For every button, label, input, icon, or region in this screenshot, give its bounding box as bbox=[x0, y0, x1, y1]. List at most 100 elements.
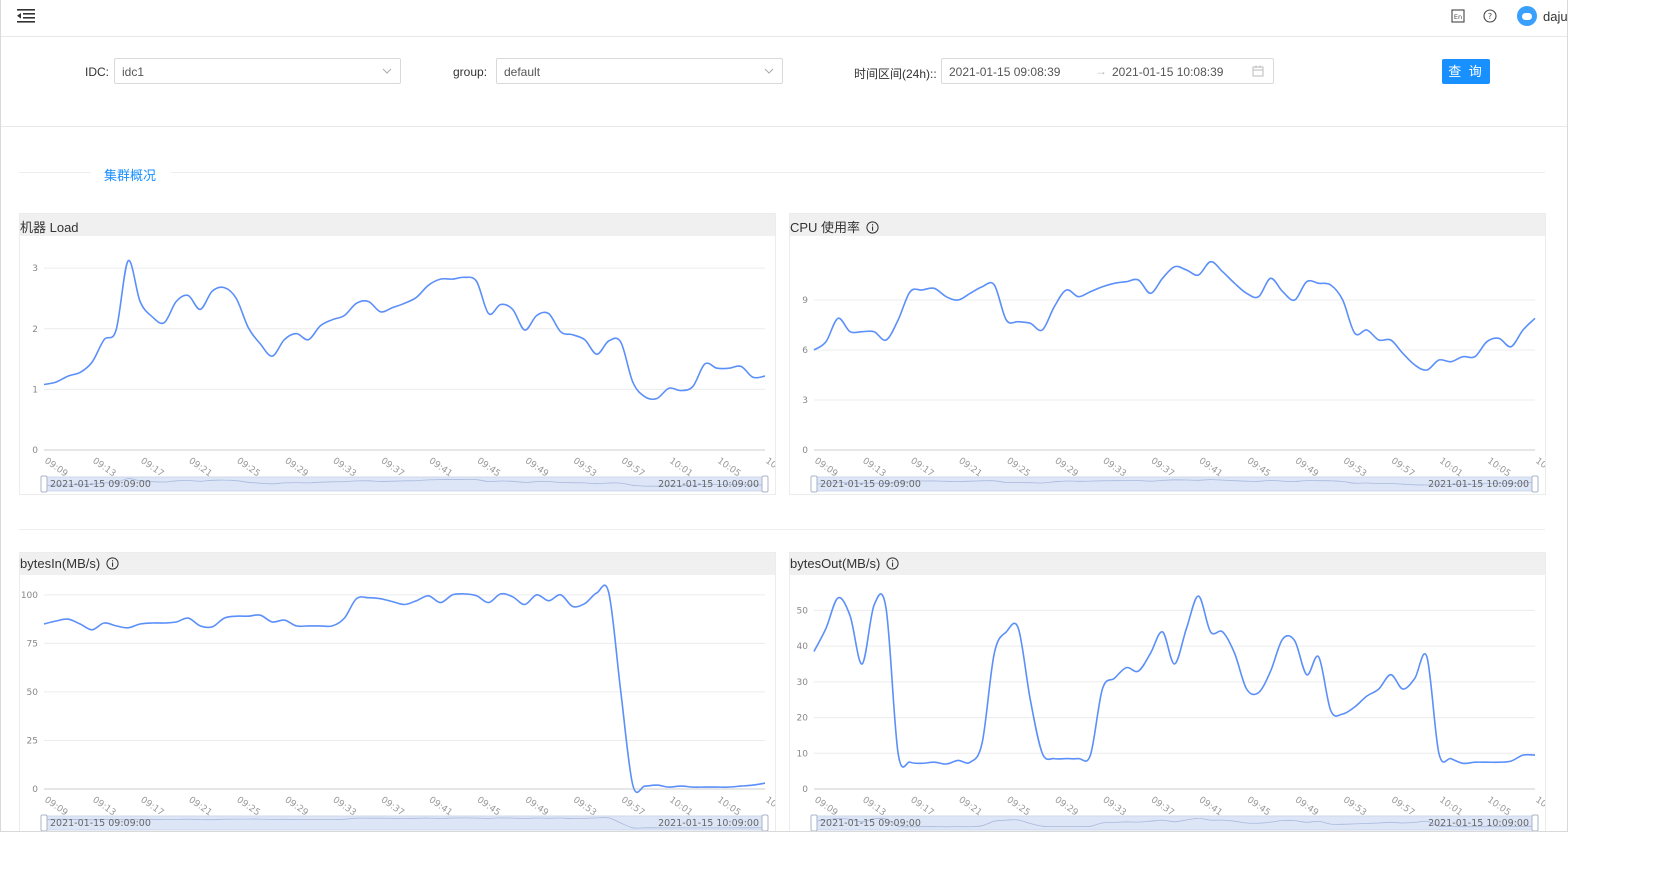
x-tick-label: 09:53 bbox=[1341, 456, 1368, 479]
y-tick-label: 75 bbox=[27, 639, 38, 649]
app-frame: En ? dajun IDC: idc1 group: default 时间区间… bbox=[0, 0, 1568, 832]
x-tick-label: 09:41 bbox=[427, 456, 454, 479]
x-tick-label: 10:05 bbox=[1485, 456, 1512, 479]
group-select[interactable]: default bbox=[496, 58, 783, 84]
info-circle-icon[interactable] bbox=[106, 557, 119, 570]
zoom-slider-track[interactable] bbox=[813, 815, 1536, 831]
x-tick-label: 09:37 bbox=[379, 456, 406, 479]
x-tick-label: 10:01 bbox=[667, 456, 694, 479]
x-tick-label: 09:25 bbox=[235, 456, 262, 479]
idc-select-value: idc1 bbox=[122, 65, 145, 79]
zoom-handle-end[interactable] bbox=[1531, 814, 1539, 831]
y-tick-label: 10 bbox=[797, 749, 809, 759]
y-tick-label: 20 bbox=[797, 714, 809, 724]
y-tick-label: 0 bbox=[32, 446, 38, 456]
x-tick-label: 09:37 bbox=[1149, 795, 1176, 818]
chevron-down-icon bbox=[382, 68, 392, 74]
x-tick-label: 09:45 bbox=[1245, 795, 1272, 818]
x-tick-label: 09:13 bbox=[860, 795, 887, 818]
zoom-handle-end[interactable] bbox=[761, 814, 769, 831]
chart-title: bytesIn(MB/s) bbox=[20, 553, 775, 575]
y-tick-label: 0 bbox=[802, 785, 808, 795]
chevron-down-icon bbox=[764, 68, 774, 74]
zoom-start-label: 2021-01-15 09:09:00 bbox=[50, 479, 151, 490]
time-range-end[interactable]: 2021-01-15 10:08:39 bbox=[1112, 65, 1223, 79]
language-icon[interactable]: En bbox=[1451, 9, 1465, 23]
y-tick-label: 0 bbox=[32, 785, 38, 795]
chart-title: bytesOut(MB/s) bbox=[790, 553, 1545, 575]
zoom-start-label: 2021-01-15 09:09:00 bbox=[50, 818, 151, 829]
x-tick-label: 09:57 bbox=[1389, 456, 1416, 479]
zoom-handle-start[interactable] bbox=[810, 475, 818, 493]
filter-bar: IDC: idc1 group: default 时间区间(24h):: 202… bbox=[1, 37, 1567, 127]
query-button[interactable]: 查 询 bbox=[1442, 59, 1490, 84]
x-tick-label: 09:17 bbox=[138, 795, 165, 818]
chart-title-text: bytesIn(MB/s) bbox=[20, 556, 101, 571]
x-tick-label: 09:33 bbox=[331, 456, 358, 479]
x-tick-label: 09:41 bbox=[1197, 795, 1224, 818]
x-tick-label: 09:21 bbox=[186, 795, 213, 818]
zoom-slider-track[interactable] bbox=[813, 476, 1536, 492]
x-tick-label: 09:21 bbox=[956, 456, 983, 479]
x-tick-label: 09:49 bbox=[523, 456, 550, 479]
x-tick-label: 09:37 bbox=[1149, 456, 1176, 479]
zoom-handle-end[interactable] bbox=[1531, 475, 1539, 493]
cpu-line-chart[interactable]: 036909:09 09:13 09:17 09:21 09:25 09:29 09:33 0… bbox=[790, 236, 1545, 494]
y-tick-label: 6 bbox=[802, 346, 808, 356]
x-tick-label: 09:49 bbox=[1293, 795, 1320, 818]
series-line bbox=[813, 260, 1536, 371]
info-circle-icon[interactable] bbox=[886, 557, 899, 570]
info-circle-icon[interactable] bbox=[866, 221, 879, 234]
y-tick-label: 40 bbox=[797, 642, 809, 652]
x-tick-label: 09:33 bbox=[1101, 795, 1128, 818]
series-line bbox=[43, 584, 766, 794]
x-tick-label: 09:17 bbox=[908, 795, 935, 818]
y-tick-label: 50 bbox=[797, 606, 809, 616]
arrow-right-icon: → bbox=[1095, 64, 1107, 78]
avatar-icon[interactable] bbox=[1517, 6, 1537, 26]
x-tick-label: 09:13 bbox=[90, 456, 117, 479]
x-tick-label: 09:57 bbox=[1389, 795, 1416, 818]
y-tick-label: 0 bbox=[802, 446, 808, 456]
y-tick-label: 2 bbox=[32, 325, 38, 335]
idc-label: IDC: bbox=[85, 65, 109, 79]
zoom-handle-start[interactable] bbox=[40, 814, 48, 831]
zoom-end-label: 2021-01-15 10:09:00 bbox=[658, 479, 759, 490]
idc-select[interactable]: idc1 bbox=[114, 58, 401, 84]
x-tick-label: 09:37 bbox=[379, 795, 406, 818]
x-tick-label: 09:17 bbox=[138, 456, 165, 479]
x-tick-label: 09:21 bbox=[186, 456, 213, 479]
zoom-start-label: 2021-01-15 09:09:00 bbox=[820, 818, 921, 829]
bytesin-line-chart[interactable]: 025507510009:09 09:13 09:17 09:21 09:25 09:29… bbox=[20, 575, 775, 832]
group-label: group: bbox=[453, 65, 488, 79]
time-range-start[interactable]: 2021-01-15 09:08:39 bbox=[949, 65, 1060, 79]
menu-fold-icon[interactable] bbox=[17, 8, 35, 24]
x-tick-label: 09:13 bbox=[860, 456, 887, 479]
calendar-icon bbox=[1252, 65, 1264, 77]
y-tick-label: 25 bbox=[27, 736, 38, 746]
x-tick-label: 09:29 bbox=[1053, 456, 1080, 479]
y-tick-label: 9 bbox=[802, 296, 808, 306]
zoom-slider-track[interactable] bbox=[43, 476, 766, 492]
zoom-handle-start[interactable] bbox=[40, 475, 48, 493]
question-circle-icon[interactable]: ? bbox=[1483, 9, 1497, 23]
zoom-end-label: 2021-01-15 10:09:00 bbox=[1428, 479, 1529, 490]
x-tick-label: 09:25 bbox=[235, 795, 262, 818]
time-range-picker[interactable]: 2021-01-15 09:08:39 → 2021-01-15 10:08:3… bbox=[941, 58, 1274, 84]
x-tick-label: 09:33 bbox=[331, 795, 358, 818]
x-tick-label: 10:01 bbox=[1437, 456, 1464, 479]
x-tick-label: 09:49 bbox=[1293, 456, 1320, 479]
load-line-chart[interactable]: 012309:09 09:13 09:17 09:21 09:25 09:29 09:33 0… bbox=[20, 236, 775, 494]
username[interactable]: dajun bbox=[1543, 9, 1567, 24]
x-tick-label: 09:33 bbox=[1101, 456, 1128, 479]
x-tick-label: 09:29 bbox=[283, 795, 310, 818]
x-tick-label: 09:29 bbox=[1053, 795, 1080, 818]
zoom-handle-start[interactable] bbox=[810, 814, 818, 831]
zoom-handle-end[interactable] bbox=[761, 475, 769, 493]
x-tick-label: 09:21 bbox=[956, 795, 983, 818]
row-divider bbox=[19, 529, 1545, 530]
section-title: 集群概况 bbox=[104, 168, 157, 183]
x-tick-label: 10:05 bbox=[715, 456, 742, 479]
bytesout-line-chart[interactable]: 0102030405009:09 09:13 09:17 09:21 09:25 09:2… bbox=[790, 575, 1545, 832]
time-range-label: 时间区间(24h):: bbox=[854, 67, 937, 81]
